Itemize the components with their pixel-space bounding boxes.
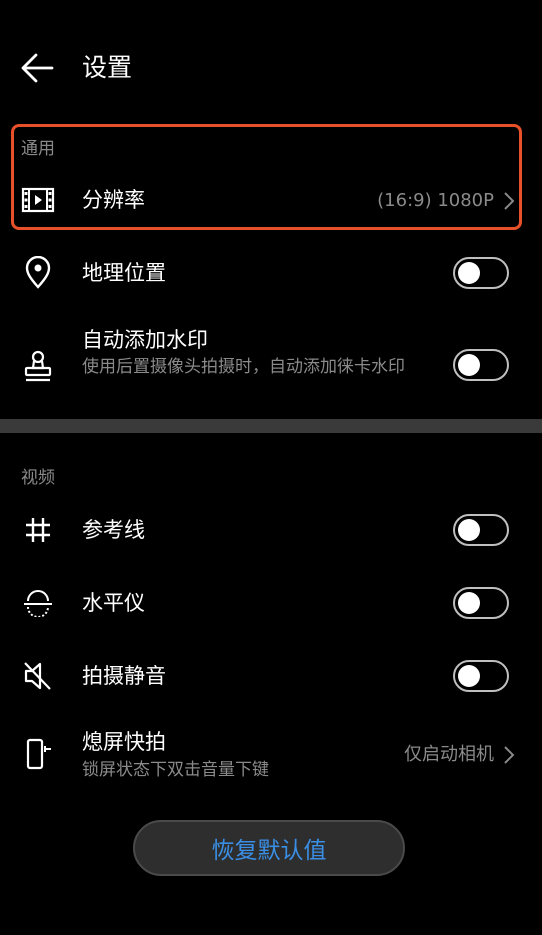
watermark-toggle[interactable] <box>453 349 509 381</box>
toggle-knob <box>458 592 480 614</box>
location-label: 地理位置 <box>82 261 166 285</box>
arrow-left-icon <box>21 53 54 83</box>
section-divider <box>0 419 542 433</box>
chevron-right-icon <box>502 741 516 769</box>
toggle-knob <box>458 354 480 376</box>
resolution-value: (16:9) 1080P <box>377 190 494 211</box>
film-icon <box>20 182 56 218</box>
back-button[interactable] <box>18 48 58 88</box>
grid-label: 参考线 <box>82 518 145 542</box>
section-label-general: 通用 <box>21 139 55 159</box>
toggle-knob <box>458 519 480 541</box>
level-label: 水平仪 <box>82 591 145 615</box>
location-pin-icon <box>20 255 56 291</box>
watermark-label: 自动添加水印 <box>82 328 208 352</box>
toggle-knob <box>458 262 480 284</box>
level-toggle[interactable] <box>453 587 509 619</box>
location-toggle[interactable] <box>453 257 509 289</box>
phone-snap-icon <box>20 736 56 772</box>
quick-snap-label: 熄屏快拍 <box>82 730 166 754</box>
resolution-label: 分辨率 <box>82 188 145 212</box>
quick-snap-value: 仅启动相机 <box>404 744 494 765</box>
mute-icon <box>20 658 56 694</box>
mute-label: 拍摄静音 <box>82 664 166 688</box>
reset-defaults-button[interactable]: 恢复默认值 <box>133 820 405 876</box>
page-title: 设置 <box>82 53 133 82</box>
grid-icon <box>20 512 56 548</box>
grid-toggle[interactable] <box>453 514 509 546</box>
toggle-knob <box>458 665 480 687</box>
watermark-description: 使用后置摄像头拍摄时，自动添加徕卡水印 <box>82 357 405 377</box>
section-label-video: 视频 <box>21 468 55 488</box>
mute-toggle[interactable] <box>453 660 509 692</box>
chevron-right-icon <box>502 187 516 215</box>
stamp-icon <box>20 348 56 384</box>
level-icon <box>20 585 56 621</box>
quick-snap-description: 锁屏状态下双击音量下键 <box>82 760 269 780</box>
